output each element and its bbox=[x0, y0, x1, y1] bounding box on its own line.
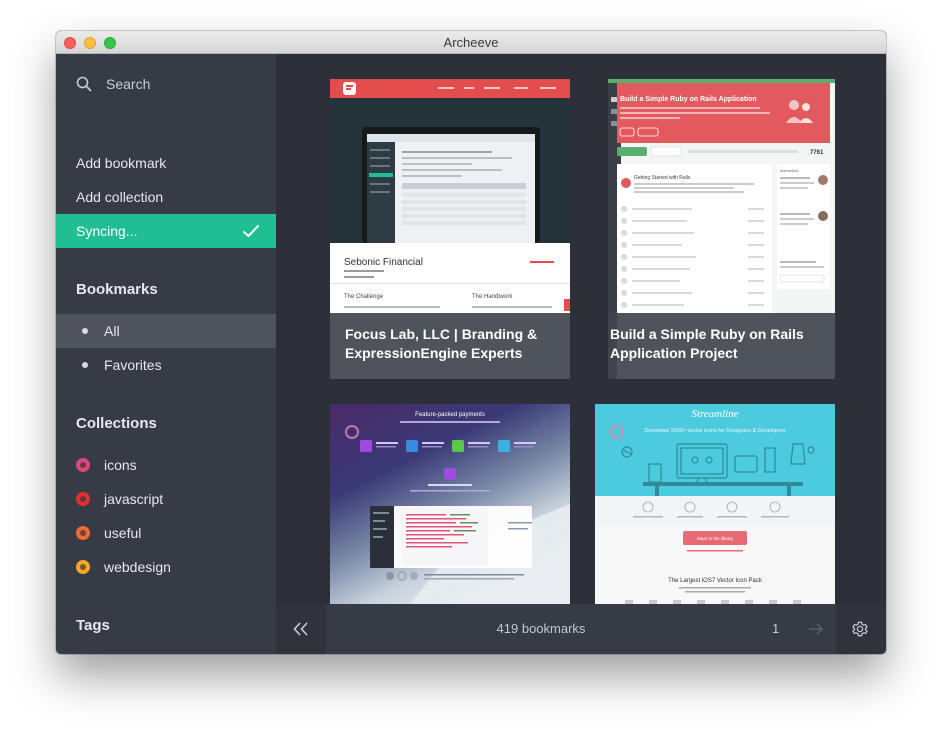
card-caption: Build a Simple Ruby on Rails Application… bbox=[608, 313, 835, 379]
card-button-label: Save to the library bbox=[697, 536, 734, 541]
sidebar-item-webdesign[interactable]: webdesign bbox=[56, 550, 276, 584]
bookmark-card[interactable]: Sebonic Financial The Challenge The Hand… bbox=[330, 79, 570, 379]
sidebar-item-icons[interactable]: icons bbox=[56, 448, 276, 482]
bookmark-count: 419 bookmarks bbox=[496, 621, 586, 636]
card-title: Build a Simple Ruby on Rails Application… bbox=[610, 326, 804, 361]
card-logo-text: Streamline bbox=[691, 408, 738, 420]
card-list-heading: Getting Started with Rails bbox=[634, 175, 691, 181]
bookmark-thumbnail: Feature-packed payments bbox=[330, 404, 570, 604]
add-bookmark-label: Add bookmark bbox=[76, 155, 167, 171]
add-collection-label: Add collection bbox=[76, 189, 164, 205]
sidebar-item-all[interactable]: All bbox=[56, 314, 276, 348]
card-caption: Focus Lab, LLC | Branding & ExpressionEn… bbox=[330, 313, 570, 379]
card-sidebar-heading: Instructors bbox=[780, 168, 799, 173]
collection-color-dot-icon bbox=[76, 492, 90, 506]
sidebar-item-tag-android[interactable]: android bbox=[56, 650, 276, 654]
card-score: 7761 bbox=[810, 150, 824, 156]
previous-page-button[interactable] bbox=[276, 604, 326, 654]
app-window: Archeeve Search Add bookmark Add collect… bbox=[56, 31, 886, 654]
arrow-right-icon[interactable] bbox=[808, 622, 824, 636]
sidebar-item-label: useful bbox=[104, 525, 142, 541]
bookmark-card[interactable]: Build a Simple Ruby on Rails Application… bbox=[608, 79, 835, 379]
window-title: Archeeve bbox=[443, 35, 499, 50]
card-headline: The Largest iOS7 Vector Icon Pack bbox=[668, 578, 763, 584]
card-headline: Feature-packed payments bbox=[415, 412, 485, 418]
bullet-icon bbox=[82, 328, 88, 334]
card-section-a: The Challenge bbox=[344, 294, 384, 300]
search-button[interactable]: Search bbox=[56, 67, 276, 101]
card-title: Focus Lab, LLC | Branding & ExpressionEn… bbox=[345, 326, 538, 361]
sidebar: Search Add bookmark Add collection Synci… bbox=[56, 54, 276, 654]
bookmark-grid: Sebonic Financial The Challenge The Hand… bbox=[276, 54, 886, 604]
bookmark-card[interactable]: Feature-packed payments bbox=[330, 404, 570, 604]
bookmarks-heading: Bookmarks bbox=[76, 281, 158, 298]
add-collection-button[interactable]: Add collection bbox=[56, 180, 276, 214]
sync-status: Syncing... bbox=[56, 214, 276, 248]
sidebar-item-useful[interactable]: useful bbox=[56, 516, 276, 550]
sidebar-item-favorites[interactable]: Favorites bbox=[56, 348, 276, 382]
gear-icon bbox=[852, 621, 868, 637]
double-chevron-left-icon bbox=[293, 622, 308, 636]
collection-color-dot-icon bbox=[76, 458, 90, 472]
checkmark-icon bbox=[242, 224, 260, 238]
sidebar-item-label: Favorites bbox=[104, 357, 162, 373]
card-banner-text: Build a Simple Ruby on Rails Application bbox=[620, 96, 757, 103]
settings-button[interactable] bbox=[836, 604, 886, 654]
add-bookmark-button[interactable]: Add bookmark bbox=[56, 146, 276, 180]
collection-color-dot-icon bbox=[76, 526, 90, 540]
bookmark-card[interactable]: Streamline Download 1000+ vector icons f… bbox=[595, 404, 835, 604]
collection-color-dot-icon bbox=[76, 560, 90, 574]
tags-heading: Tags bbox=[76, 617, 110, 634]
card-site-name: Sebonic Financial bbox=[344, 257, 423, 268]
search-icon bbox=[76, 76, 92, 92]
title-bar: Archeeve bbox=[56, 31, 886, 54]
sidebar-item-label: webdesign bbox=[104, 559, 171, 575]
collections-heading: Collections bbox=[76, 415, 157, 432]
pagination-bar: 419 bookmarks 1 bbox=[276, 604, 886, 654]
bookmark-thumbnail: Streamline Download 1000+ vector icons f… bbox=[595, 404, 835, 604]
sidebar-item-label: icons bbox=[104, 457, 137, 473]
card-subtitle: Download 1000+ vector icons for Designer… bbox=[644, 428, 785, 434]
bullet-icon bbox=[82, 362, 88, 368]
sync-status-label: Syncing... bbox=[76, 223, 138, 239]
sidebar-item-label: All bbox=[104, 323, 120, 339]
current-page: 1 bbox=[772, 621, 780, 636]
search-label: Search bbox=[106, 76, 151, 92]
sidebar-item-label: javascript bbox=[104, 491, 164, 507]
sidebar-item-javascript[interactable]: javascript bbox=[56, 482, 276, 516]
card-section-b: The Handiwork bbox=[472, 294, 513, 300]
